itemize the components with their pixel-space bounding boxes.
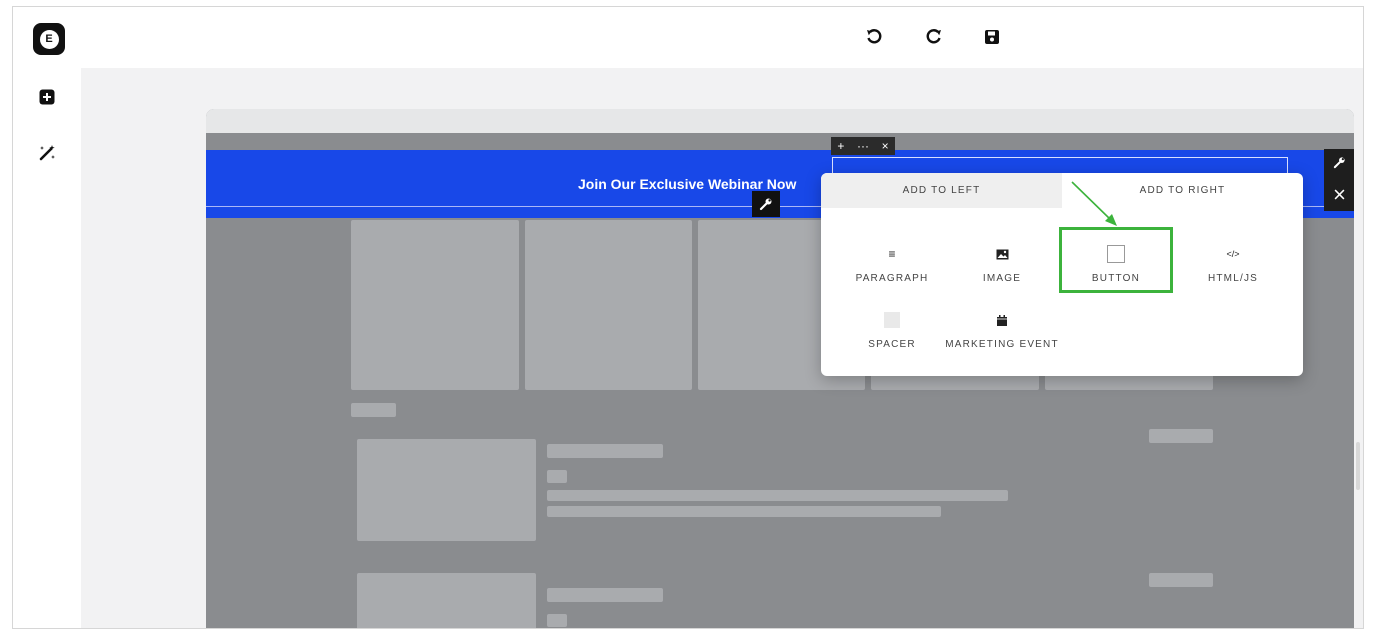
more-options-icon[interactable]: ··· (857, 139, 869, 153)
image-icon (996, 243, 1009, 265)
placeholder-line (1149, 429, 1213, 443)
spacer-icon (884, 309, 900, 331)
code-icon: </> (1226, 249, 1240, 259)
placeholder-thumb (357, 439, 536, 541)
scrollbar[interactable] (1356, 442, 1360, 490)
app-window: E Join Our Exclusive Webinar Now + ··· ×… (12, 6, 1364, 629)
popup-tabs: ADD TO LEFT ADD TO RIGHT (821, 173, 1303, 208)
marketing-event-option[interactable]: MARKETING EVENT (945, 309, 1059, 371)
placeholder-line (547, 506, 941, 517)
placeholder-line (547, 444, 663, 458)
placeholder-line (547, 490, 1008, 501)
spacer-option[interactable]: SPACER (837, 309, 947, 371)
paragraph-option[interactable]: ≡ PARAGRAPH (837, 243, 947, 305)
calendar-icon (997, 309, 1007, 331)
placeholder-line (547, 614, 567, 627)
undo-icon[interactable] (862, 25, 886, 49)
column-mini-toolbar: + ··· × (831, 137, 895, 155)
elementor-logo-icon[interactable]: E (33, 23, 65, 55)
placeholder-card (525, 220, 692, 390)
placeholder-thumb (357, 573, 536, 628)
close-icon[interactable] (1334, 187, 1345, 205)
button-highlight-box (1059, 227, 1173, 293)
html-js-option[interactable]: </> HTML/JS (1178, 243, 1288, 305)
placeholder-card (351, 220, 519, 390)
paragraph-label: PARAGRAPH (855, 273, 929, 284)
magic-wand-icon[interactable] (35, 141, 59, 165)
image-label: IMAGE (982, 273, 1022, 284)
top-toolbar: E (13, 7, 1363, 68)
redo-icon[interactable] (922, 25, 946, 49)
placeholder-line (547, 588, 663, 602)
canvas-header-strip (206, 109, 1354, 133)
section-tools (1324, 149, 1354, 211)
wrench-icon[interactable] (1333, 156, 1346, 174)
save-icon[interactable] (980, 25, 1004, 49)
html-js-label: HTML/JS (1207, 273, 1259, 284)
placeholder-line (1149, 573, 1213, 587)
logo-glyph: E (39, 29, 59, 49)
image-option[interactable]: IMAGE (947, 243, 1057, 305)
left-sidebar (13, 68, 81, 628)
marketing-event-label: MARKETING EVENT (945, 339, 1059, 350)
paragraph-icon: ≡ (888, 247, 896, 261)
tab-add-to-left[interactable]: ADD TO LEFT (821, 173, 1062, 208)
add-column-icon[interactable]: + (837, 139, 844, 153)
close-icon[interactable]: × (882, 139, 889, 153)
spacer-label: SPACER (868, 339, 916, 350)
placeholder-label (351, 403, 396, 417)
wrench-icon[interactable] (752, 191, 780, 217)
tab-add-to-right[interactable]: ADD TO RIGHT (1062, 173, 1303, 208)
placeholder-line (547, 470, 567, 483)
plus-square-icon[interactable] (35, 85, 59, 109)
banner-text[interactable]: Join Our Exclusive Webinar Now (578, 176, 796, 192)
add-element-popup: ADD TO LEFT ADD TO RIGHT ≡ PARAGRAPH IMA… (821, 173, 1303, 376)
